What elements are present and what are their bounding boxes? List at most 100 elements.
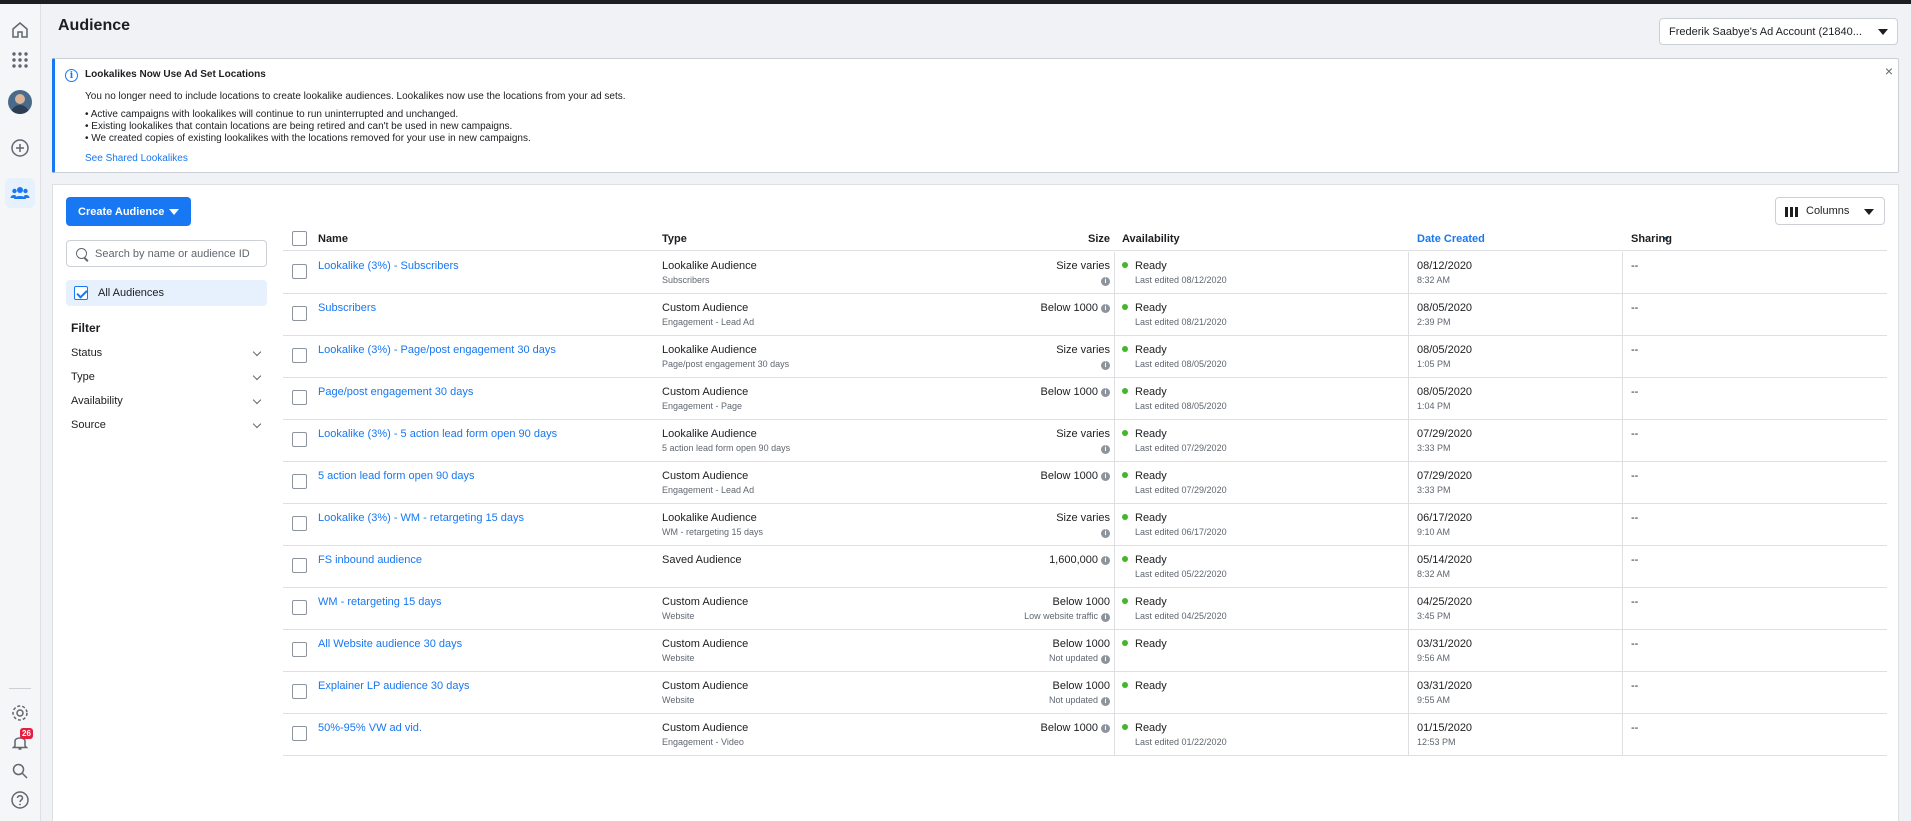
audience-name-link[interactable]: 5 action lead form open 90 days [318,470,475,482]
create-audience-button[interactable]: Create Audience [66,197,191,226]
notifications-bell-icon[interactable]: 26 [5,727,35,757]
info-icon[interactable]: i [1101,529,1110,538]
audience-name-link[interactable]: Lookalike (3%) - Subscribers [318,260,459,272]
select-all-checkbox[interactable] [292,231,307,246]
audience-name-link[interactable]: FS inbound audience [318,554,422,566]
filter-availability[interactable]: Availability [71,395,263,409]
audience-type: Custom Audience [662,386,749,398]
table-row[interactable]: FS inbound audience Saved Audience 1,600,0… [283,546,1887,588]
table-row[interactable]: Lookalike (3%) - Subscribers Lookalike Au… [283,252,1887,294]
audience-name-link[interactable]: Lookalike (3%) - WM - retargeting 15 day… [318,512,524,524]
info-icon[interactable]: i [1101,697,1110,706]
gear-icon[interactable] [5,698,35,728]
audience-size: Below 1000 i [1041,386,1110,398]
info-icon[interactable]: i [1101,472,1110,481]
row-checkbox[interactable] [292,642,307,657]
audience-size: Below 1000 [1053,596,1111,608]
search-input[interactable] [95,247,260,260]
help-icon[interactable] [5,785,35,815]
row-checkbox[interactable] [292,390,307,405]
availability-status: Ready [1135,386,1167,398]
table-row[interactable]: WM - retargeting 15 days Custom Audience W… [283,588,1887,630]
row-checkbox[interactable] [292,474,307,489]
all-audiences-filter[interactable]: All Audiences [66,280,267,306]
audience-name-link[interactable]: WM - retargeting 15 days [318,596,442,608]
info-icon[interactable]: i [1101,655,1110,664]
audience-type: Lookalike Audience [662,344,757,356]
row-checkbox[interactable] [292,306,307,321]
row-checkbox[interactable] [292,600,307,615]
table-row[interactable]: Lookalike (3%) - Page/post engagement 30… [283,336,1887,378]
time-created: 9:56 AM [1417,653,1451,663]
column-divider [1408,378,1409,420]
apps-grid-icon[interactable] [5,45,35,75]
info-icon: i [65,69,78,82]
audience-name-link[interactable]: Lookalike (3%) - Page/post engagement 30… [318,344,556,356]
row-checkbox[interactable] [292,432,307,447]
row-checkbox[interactable] [292,516,307,531]
columns-button[interactable]: Columns [1775,197,1885,225]
table-row[interactable]: Lookalike (3%) - WM - retargeting 15 day… [283,504,1887,546]
availability-status: Ready [1135,344,1167,356]
filter-source[interactable]: Source [71,419,263,433]
col-date-created[interactable]: Date Created [1417,233,1485,245]
info-icon[interactable]: i [1101,388,1110,397]
table-row[interactable]: All Website audience 30 days Custom Audie… [283,630,1887,672]
col-availability[interactable]: Availability [1122,233,1180,245]
audiences-icon[interactable] [5,178,35,208]
table-row[interactable]: Lookalike (3%) - 5 action lead form open… [283,420,1887,462]
info-icon[interactable]: i [1101,277,1110,286]
audience-search [66,240,267,267]
col-sharing[interactable]: Sharing [1631,233,1672,245]
table-row[interactable]: Explainer LP audience 30 days Custom Audi… [283,672,1887,714]
column-divider [1408,462,1409,504]
audience-subtype: Website [662,611,695,621]
row-checkbox[interactable] [292,558,307,573]
info-icon[interactable]: i [1101,613,1110,622]
profile-avatar[interactable] [5,87,35,117]
row-checkbox[interactable] [292,348,307,363]
info-icon[interactable]: i [1101,445,1110,454]
table-row[interactable]: 5 action lead form open 90 days Custom Au… [283,462,1887,504]
info-icon[interactable]: i [1101,724,1110,733]
see-shared-lookalikes-link[interactable]: See Shared Lookalikes [85,153,188,164]
audience-name-link[interactable]: Explainer LP audience 30 days [318,680,469,692]
column-divider [1622,294,1623,336]
close-icon[interactable]: × [1885,63,1893,79]
add-circle-icon[interactable] [5,133,35,163]
filter-type[interactable]: Type [71,371,263,385]
search-icon [76,248,87,259]
audience-name-link[interactable]: Lookalike (3%) - 5 action lead form open… [318,428,557,440]
notice-bullets: Active campaigns with lookalikes will co… [85,109,531,145]
filter-status[interactable]: Status [71,347,263,361]
col-name[interactable]: Name [318,233,348,245]
date-created: 08/05/2020 [1417,344,1473,356]
row-checkbox[interactable] [292,264,307,279]
info-icon[interactable]: i [1101,304,1110,313]
audience-subtype: Engagement - Lead Ad [662,485,755,495]
table-row[interactable]: Subscribers Custom Audience Engagement - L… [283,294,1887,336]
column-divider [1408,672,1409,714]
search-icon[interactable] [5,756,35,786]
table-row[interactable]: Page/post engagement 30 days Custom Audie… [283,378,1887,420]
audience-name-link[interactable]: All Website audience 30 days [318,638,462,650]
home-icon[interactable] [5,15,35,45]
audience-name-link[interactable]: Page/post engagement 30 days [318,386,473,398]
status-ready-dot [1122,598,1128,604]
col-type[interactable]: Type [662,233,687,245]
all-audiences-checkbox[interactable] [74,286,88,300]
audience-name-link[interactable]: Subscribers [318,302,376,314]
info-icon[interactable]: i [1101,361,1110,370]
row-checkbox[interactable] [292,684,307,699]
audience-name-link[interactable]: 50%-95% VW ad vid. [318,722,422,734]
row-checkbox[interactable] [292,726,307,741]
status-ready-dot [1122,640,1128,646]
col-size[interactable]: Size [1088,233,1110,245]
ad-account-select[interactable]: Frederik Saabye's Ad Account (21840... [1659,18,1898,45]
audience-size: Below 1000 i [1041,302,1110,314]
table-row[interactable]: 50%-95% VW ad vid. Custom Audience Engagem… [283,714,1887,756]
audience-type: Custom Audience [662,302,749,314]
last-edited: Last edited 07/29/2020 [1135,485,1227,495]
info-icon[interactable]: i [1101,556,1110,565]
status-ready-dot [1122,472,1128,478]
